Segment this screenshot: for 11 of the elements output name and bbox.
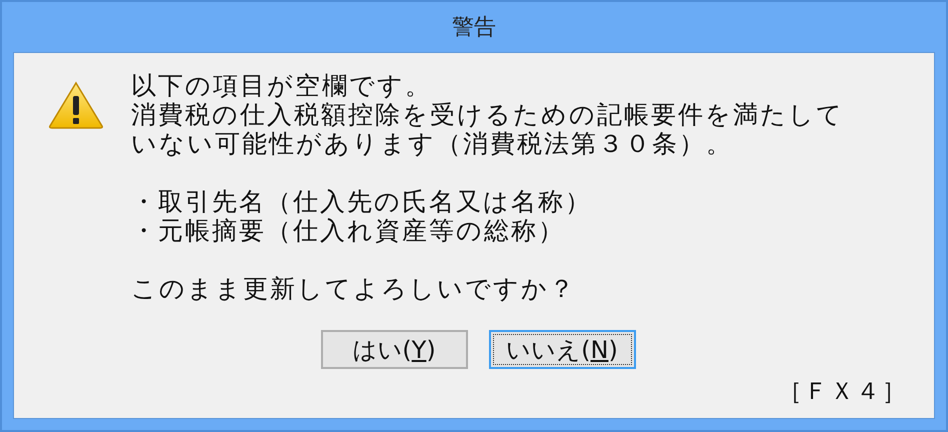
message-text: 消費税の仕入税額控除を受けるための記帳要件を満たして xyxy=(131,100,844,129)
message-text: いない可能性があります（消費税法第３０条）。 xyxy=(131,129,734,158)
missing-field-item: ・元帳摘要（仕入れ資産等の総称） xyxy=(131,216,566,245)
message-text: 以下の項目が空欄です。 xyxy=(131,71,433,100)
shortcut-label: ［ＦＸ４］ xyxy=(778,376,908,407)
dialog-button[interactable]: はい(Y) xyxy=(320,330,468,369)
window-title: 警告 xyxy=(452,14,496,42)
warning-icon xyxy=(48,81,104,129)
missing-field-item: ・取引先名（仕入先の氏名又は名称） xyxy=(131,187,593,216)
dialog-button[interactable]: いいえ(N) xyxy=(488,330,636,369)
confirm-question: このまま更新してよろしいですか？ xyxy=(131,274,577,303)
